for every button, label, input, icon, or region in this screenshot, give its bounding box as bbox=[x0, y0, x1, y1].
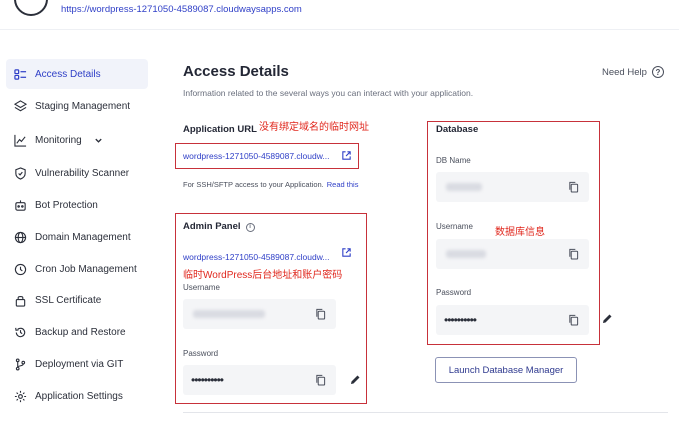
backup-icon bbox=[13, 325, 27, 339]
copy-icon[interactable] bbox=[568, 181, 579, 193]
redacted-value bbox=[446, 183, 482, 191]
admin-panel-annotation: 临时WordPress后台地址和账户密码 bbox=[183, 270, 343, 281]
admin-password-field[interactable]: •••••••••• bbox=[183, 365, 336, 395]
read-this-link[interactable]: Read this bbox=[327, 180, 359, 189]
access-details-icon bbox=[13, 67, 27, 81]
lock-icon bbox=[13, 293, 27, 307]
admin-username-label: Username bbox=[183, 283, 220, 292]
application-url-annotation: 没有绑定域名的临时网址 bbox=[259, 122, 369, 133]
external-link-icon[interactable] bbox=[341, 150, 352, 161]
monitoring-icon bbox=[13, 133, 27, 147]
sidebar-item-bot-protection[interactable]: Bot Protection bbox=[6, 190, 148, 220]
database-label: Database bbox=[436, 124, 479, 135]
sidebar-item-label: Domain Management bbox=[35, 231, 131, 243]
shield-icon bbox=[13, 166, 27, 180]
sidebar-item-label: Monitoring bbox=[35, 134, 82, 146]
sidebar-item-backup-and-restore[interactable]: Backup and Restore bbox=[6, 317, 148, 347]
sidebar-item-label: Backup and Restore bbox=[35, 326, 126, 338]
need-help-label: Need Help bbox=[602, 66, 647, 78]
application-url-link[interactable]: wordpress-1271050-4589087.cloudw... bbox=[183, 151, 330, 161]
globe-icon bbox=[13, 230, 27, 244]
gear-icon bbox=[13, 389, 27, 403]
sidebar-item-application-settings[interactable]: Application Settings bbox=[6, 381, 148, 411]
database-annotation: 数据库信息 bbox=[495, 227, 545, 238]
edit-pencil-icon[interactable] bbox=[349, 374, 361, 386]
copy-icon[interactable] bbox=[568, 314, 579, 326]
admin-panel-url-link[interactable]: wordpress-1271050-4589087.cloudw... bbox=[183, 252, 330, 262]
app-url-link[interactable]: https://wordpress-1271050-4589087.cloudw… bbox=[61, 4, 302, 15]
db-password-field[interactable]: •••••••••• bbox=[436, 305, 589, 335]
copy-icon[interactable] bbox=[315, 308, 326, 320]
help-icon: ? bbox=[651, 66, 664, 78]
bot-icon bbox=[13, 198, 27, 212]
password-mask: •••••••••• bbox=[444, 313, 477, 327]
sidebar-item-domain-management[interactable]: Domain Management bbox=[6, 222, 148, 252]
db-name-field[interactable] bbox=[436, 172, 589, 202]
sidebar-item-ssl-certificate[interactable]: SSL Certificate bbox=[6, 285, 148, 315]
sidebar-item-label: SSL Certificate bbox=[35, 294, 102, 306]
admin-username-field[interactable] bbox=[183, 299, 336, 329]
sidebar-item-monitoring[interactable]: Monitoring bbox=[6, 125, 148, 155]
copy-icon[interactable] bbox=[568, 248, 579, 260]
sidebar-item-label: Application Settings bbox=[35, 390, 123, 402]
redacted-value bbox=[193, 310, 265, 318]
sidebar-item-label: Staging Management bbox=[35, 100, 131, 112]
password-mask: •••••••••• bbox=[191, 373, 224, 387]
sidebar-item-label: Vulnerability Scanner bbox=[35, 167, 130, 179]
sidebar-item-staging-management[interactable]: Staging Management bbox=[6, 91, 148, 121]
app-logo-icon bbox=[14, 0, 48, 16]
admin-password-label: Password bbox=[183, 349, 219, 358]
external-link-icon[interactable] bbox=[341, 247, 352, 258]
redacted-value bbox=[446, 250, 486, 258]
application-url-label: Application URL bbox=[183, 124, 257, 135]
sidebar-item-label: Deployment via GIT bbox=[35, 358, 124, 370]
top-bar: https://wordpress-1271050-4589087.cloudw… bbox=[0, 0, 679, 22]
ssh-sftp-note-text: For SSH/SFTP access to your Application. bbox=[183, 180, 324, 189]
launch-database-manager-button[interactable]: Launch Database Manager bbox=[435, 357, 577, 383]
ssh-sftp-note: For SSH/SFTP access to your Application.… bbox=[183, 180, 358, 189]
sidebar-item-label: Cron Job Management bbox=[35, 263, 137, 275]
edit-pencil-icon[interactable] bbox=[601, 313, 613, 325]
db-name-label: DB Name bbox=[436, 156, 471, 165]
clock-icon bbox=[13, 262, 27, 276]
page-subtitle: Information related to the several ways … bbox=[183, 88, 474, 98]
sidebar-item-label: Access Details bbox=[35, 68, 101, 80]
sidebar-item-vulnerability-scanner[interactable]: Vulnerability Scanner bbox=[6, 158, 148, 188]
sidebar-item-cron-job-management[interactable]: Cron Job Management bbox=[6, 254, 148, 284]
sidebar-item-label: Bot Protection bbox=[35, 199, 98, 211]
sidebar-item-deployment-via-git[interactable]: Deployment via GIT bbox=[6, 349, 148, 379]
bottom-divider bbox=[183, 412, 668, 413]
info-icon[interactable]: i bbox=[245, 222, 255, 232]
db-username-field[interactable] bbox=[436, 239, 589, 269]
sidebar-item-access-details[interactable]: Access Details bbox=[6, 59, 148, 89]
db-username-label: Username bbox=[436, 222, 473, 231]
db-password-label: Password bbox=[436, 288, 472, 297]
top-divider bbox=[0, 29, 679, 30]
admin-panel-label: Admin Panel i bbox=[183, 221, 255, 232]
need-help-link[interactable]: Need Help ? bbox=[602, 66, 664, 78]
page-title: Access Details bbox=[183, 63, 289, 80]
git-icon bbox=[13, 357, 27, 371]
staging-icon bbox=[13, 99, 27, 113]
copy-icon[interactable] bbox=[315, 374, 326, 386]
chevron-down-icon[interactable] bbox=[94, 136, 103, 145]
admin-panel-label-text: Admin Panel bbox=[183, 221, 241, 232]
